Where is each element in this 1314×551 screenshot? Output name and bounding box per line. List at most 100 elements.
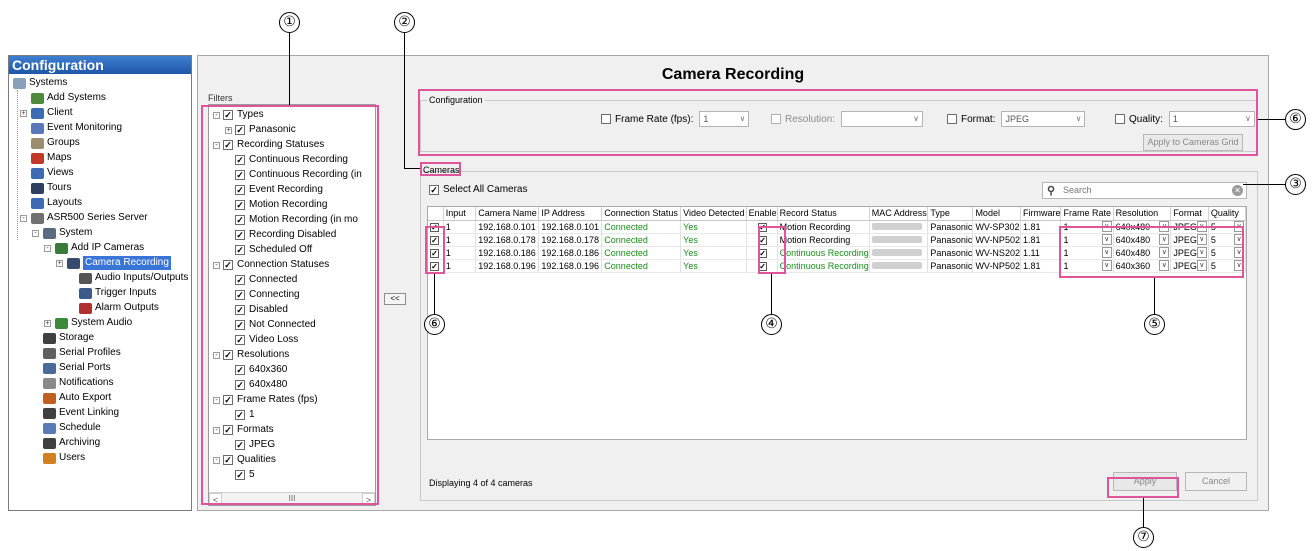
- filter-group[interactable]: - ✓ Recording Statuses: [213, 138, 324, 152]
- filter-checkbox[interactable]: ✓: [223, 455, 233, 465]
- enable-checkbox[interactable]: ✓: [758, 261, 768, 271]
- tree-item-add-ip-cameras[interactable]: Add IP Cameras: [55, 241, 144, 255]
- filter-checkbox[interactable]: ✓: [235, 305, 245, 315]
- filter-checkbox[interactable]: ✓: [235, 155, 245, 165]
- filter-item[interactable]: ✓ 640x360: [225, 363, 287, 377]
- row-select-checkbox[interactable]: ✓: [430, 261, 439, 271]
- collapse-icon[interactable]: -: [32, 230, 39, 237]
- column-header[interactable]: Type: [927, 207, 974, 221]
- row-select-checkbox[interactable]: ✓: [430, 222, 439, 232]
- filter-checkbox[interactable]: ✓: [235, 410, 245, 420]
- resolution-checkbox[interactable]: [771, 114, 781, 124]
- table-row[interactable]: ✓ 1 192.168.0.101 192.168.0.101 Connected Yes…: [428, 220, 1246, 234]
- filter-checkbox[interactable]: ✓: [235, 440, 245, 450]
- filter-item[interactable]: ✓ Disabled: [225, 303, 288, 317]
- column-header[interactable]: Quality: [1208, 207, 1246, 221]
- filter-item[interactable]: ✓ Connected: [225, 273, 297, 287]
- table-row[interactable]: ✓ 1 192.168.0.186 192.168.0.186 Connected Yes…: [428, 246, 1246, 260]
- tree-item-event-monitoring[interactable]: Event Monitoring: [31, 121, 122, 135]
- column-header[interactable]: Camera Name: [475, 207, 540, 221]
- scroll-thumb[interactable]: III: [224, 494, 360, 504]
- tree-item-system-audio[interactable]: System Audio: [55, 316, 132, 330]
- quality-cell[interactable]: 5 ∨: [1208, 233, 1246, 247]
- tree-item-views[interactable]: Views: [31, 166, 74, 180]
- frame-rate-select[interactable]: 1 ∨: [1063, 234, 1112, 245]
- column-header[interactable]: [428, 207, 444, 221]
- filter-checkbox[interactable]: ✓: [235, 200, 245, 210]
- expand-icon[interactable]: +: [56, 260, 63, 267]
- enable-checkbox[interactable]: ✓: [758, 222, 768, 232]
- filter-item[interactable]: ✓ Motion Recording: [225, 198, 327, 212]
- tree-item-tours[interactable]: Tours: [31, 181, 71, 195]
- scroll-left-arrow-icon[interactable]: <: [209, 493, 222, 505]
- quality-cell[interactable]: 5 ∨: [1208, 246, 1246, 260]
- filter-item[interactable]: ✓ Recording Disabled: [225, 228, 336, 242]
- filter-checkbox[interactable]: ✓: [223, 260, 233, 270]
- clear-search-icon[interactable]: ✕: [1232, 185, 1243, 196]
- filter-item[interactable]: ✓ Video Loss: [225, 333, 298, 347]
- filter-checkbox[interactable]: ✓: [235, 125, 245, 135]
- format-cell[interactable]: JPEG ∨: [1170, 220, 1209, 234]
- resolution-cell[interactable]: 640x480 ∨: [1113, 233, 1172, 247]
- tree-item-auto-export[interactable]: Auto Export: [43, 391, 111, 405]
- tree-item-serial-profiles[interactable]: Serial Profiles: [43, 346, 121, 360]
- column-header[interactable]: Firmware: [1020, 207, 1062, 221]
- chevron-down-icon[interactable]: ∨: [1159, 260, 1170, 271]
- tree-item-client[interactable]: Client: [31, 106, 73, 120]
- cancel-button[interactable]: Cancel: [1185, 472, 1247, 491]
- chevron-down-icon[interactable]: ∨: [1234, 247, 1244, 258]
- filter-checkbox[interactable]: ✓: [223, 350, 233, 360]
- format-cell[interactable]: JPEG ∨: [1170, 233, 1209, 247]
- tree-item-trigger-inputs[interactable]: Trigger Inputs: [79, 286, 156, 300]
- filter-checkbox[interactable]: ✓: [223, 140, 233, 150]
- filter-group[interactable]: - ✓ Types: [213, 108, 264, 122]
- quality-select[interactable]: 5 ∨: [1211, 234, 1245, 245]
- filter-group[interactable]: - ✓ Connection Statuses: [213, 258, 329, 272]
- tree-item-storage[interactable]: Storage: [43, 331, 94, 345]
- column-header[interactable]: Model: [972, 207, 1021, 221]
- tree-item-alarm-outputs[interactable]: Alarm Outputs: [79, 301, 159, 315]
- resolution-select[interactable]: 640x480 ∨: [1116, 234, 1170, 245]
- tree-item-archiving[interactable]: Archiving: [43, 436, 100, 450]
- quality-select[interactable]: 1 ∨: [1168, 111, 1255, 127]
- collapse-filters-button[interactable]: <<: [384, 293, 406, 305]
- column-header[interactable]: Input: [443, 207, 477, 221]
- frame-rate-cell[interactable]: 1 ∨: [1060, 259, 1114, 273]
- column-header[interactable]: Resolution: [1113, 207, 1172, 221]
- quality-checkbox[interactable]: [1115, 114, 1125, 124]
- table-row[interactable]: ✓ 1 192.168.0.196 192.168.0.196 Connected Yes…: [428, 259, 1246, 273]
- frame-rate-select[interactable]: 1 ∨: [1063, 260, 1112, 271]
- select-all-checkbox[interactable]: ✓: [429, 184, 439, 195]
- scroll-right-arrow-icon[interactable]: >: [362, 493, 375, 505]
- tree-item-schedule[interactable]: Schedule: [43, 421, 101, 435]
- chevron-down-icon[interactable]: ∨: [1101, 260, 1112, 271]
- quality-select[interactable]: 5 ∨: [1211, 221, 1245, 232]
- tree-item-serial-ports[interactable]: Serial Ports: [43, 361, 111, 375]
- quality-select[interactable]: 5 ∨: [1211, 260, 1245, 271]
- collapse-icon[interactable]: -: [213, 426, 220, 434]
- resolution-cell[interactable]: 640x480 ∨: [1113, 246, 1172, 260]
- tree-item-users[interactable]: Users: [43, 451, 85, 465]
- tree-item-event-linking[interactable]: Event Linking: [43, 406, 119, 420]
- column-header[interactable]: Record Status: [777, 207, 870, 221]
- frame-rate-cell[interactable]: 1 ∨: [1060, 246, 1114, 260]
- collapse-icon[interactable]: -: [213, 396, 220, 404]
- chevron-down-icon[interactable]: ∨: [1234, 260, 1244, 271]
- row-select-checkbox[interactable]: ✓: [430, 235, 439, 245]
- filter-item[interactable]: ✓ 5: [225, 468, 255, 482]
- collapse-icon[interactable]: -: [213, 141, 220, 149]
- chevron-down-icon[interactable]: ∨: [1234, 234, 1244, 245]
- column-header[interactable]: Format: [1170, 207, 1209, 221]
- collapse-icon[interactable]: -: [213, 351, 220, 359]
- format-select[interactable]: JPEG ∨: [1173, 221, 1207, 232]
- enable-checkbox[interactable]: ✓: [758, 235, 768, 245]
- chevron-down-icon[interactable]: ∨: [1196, 247, 1207, 258]
- tree-item-camera-recording[interactable]: Camera Recording: [67, 256, 171, 270]
- filter-checkbox[interactable]: ✓: [235, 470, 245, 480]
- tree-item-asr500-series-server[interactable]: ASR500 Series Server: [31, 211, 148, 225]
- column-header[interactable]: Frame Rate: [1060, 207, 1114, 221]
- filter-checkbox[interactable]: ✓: [223, 110, 233, 120]
- filter-checkbox[interactable]: ✓: [235, 215, 245, 225]
- filter-item[interactable]: ✓ Not Connected: [225, 318, 316, 332]
- resolution-select[interactable]: ∨: [841, 111, 924, 127]
